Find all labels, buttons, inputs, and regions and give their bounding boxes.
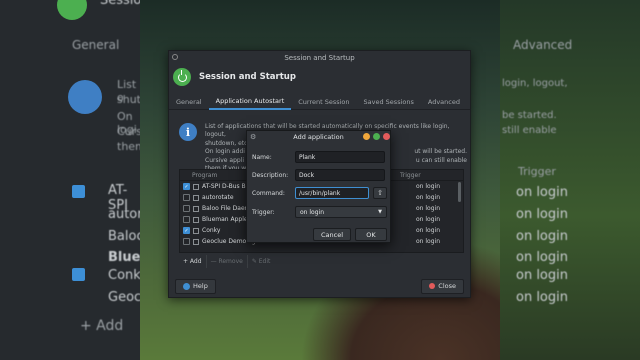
info-line: On login addi: [205, 148, 245, 156]
tab-current-session[interactable]: Current Session: [291, 93, 356, 110]
ghost-trigger: on login: [516, 229, 568, 244]
name-label: Name:: [252, 153, 272, 161]
power-icon: [57, 0, 87, 20]
ghost-tab: Advanced: [513, 38, 573, 52]
trigger-row: Trigger: on login ▼: [252, 206, 387, 218]
help-label: Help: [193, 282, 208, 290]
application-icon: [193, 216, 199, 223]
description-value: Dock: [299, 171, 315, 179]
column-trigger[interactable]: Trigger: [400, 172, 421, 179]
minimize-button[interactable]: [363, 133, 370, 140]
browse-button[interactable]: ⇧: [373, 187, 387, 199]
program-trigger: on login: [416, 227, 440, 234]
application-icon: [193, 183, 199, 190]
list-toolbar: + Add — Remove ✎ Edit: [179, 255, 274, 268]
name-row: Name: Plank: [252, 151, 385, 163]
background-window-left: Sessio General List o shutd On logi Curs…: [0, 0, 154, 360]
info-line: u can still enable: [415, 156, 467, 164]
window-header: Session and Startup: [169, 64, 470, 90]
header-title: Session and Startup: [199, 72, 296, 82]
enable-checkbox[interactable]: [183, 216, 190, 223]
description-field[interactable]: Dock: [295, 169, 385, 181]
command-label: Command:: [252, 189, 285, 197]
window-menu-icon[interactable]: [172, 54, 178, 60]
application-icon: [193, 227, 199, 234]
desktop: Sessio General List o shutd On logi Curs…: [0, 0, 640, 360]
ghost-add: + Add: [80, 318, 124, 334]
command-value: /usr/bin/plank: [299, 189, 341, 197]
trigger-label: Trigger:: [252, 208, 275, 216]
ghost-trigger: on login: [516, 290, 568, 305]
info-icon: [68, 80, 102, 114]
close-dialog-button[interactable]: [383, 133, 390, 140]
enable-checkbox[interactable]: [183, 205, 190, 212]
ghost-title: Sessio: [100, 0, 142, 8]
ghost-trigger: on login: [516, 207, 568, 222]
command-field[interactable]: /usr/bin/plank: [295, 187, 369, 199]
tab-general[interactable]: General: [169, 93, 209, 110]
ok-button[interactable]: OK: [355, 228, 387, 241]
window-title: Session and Startup: [284, 53, 355, 62]
close-icon: [429, 283, 436, 289]
maximize-button[interactable]: [373, 133, 380, 140]
ghost-trigger: on login: [516, 185, 568, 200]
add-application-dialog: ⚙ Add application Name: Plank Descriptio…: [246, 130, 391, 243]
remove-button[interactable]: — Remove: [207, 255, 248, 268]
close-label: Close: [438, 282, 456, 290]
application-icon: [193, 205, 199, 212]
ghost-checkbox: [72, 268, 85, 281]
enable-checkbox[interactable]: [183, 238, 190, 245]
ghost-trigger: on login: [516, 250, 568, 265]
ghost-line: login, logout,: [502, 78, 568, 89]
name-field[interactable]: Plank: [295, 151, 385, 163]
enable-checkbox[interactable]: [183, 194, 190, 201]
program-trigger: on login: [416, 194, 440, 201]
trigger-value: on login: [300, 208, 324, 216]
enable-checkbox[interactable]: ✓: [183, 227, 190, 234]
cancel-button[interactable]: Cancel: [313, 228, 351, 241]
help-icon: [183, 282, 190, 290]
ghost-checkbox: [72, 185, 85, 198]
ghost-trigger: on login: [516, 268, 568, 283]
list-scrollbar[interactable]: [458, 182, 461, 202]
window-footer: Help Close: [169, 275, 470, 297]
tab-bar: General Application Autostart Current Se…: [169, 93, 470, 110]
description-row: Description: Dock: [252, 169, 385, 181]
name-value: Plank: [299, 153, 316, 161]
trigger-select[interactable]: on login ▼: [295, 206, 387, 218]
application-icon: [193, 238, 199, 245]
power-icon: [173, 68, 191, 86]
add-button[interactable]: + Add: [179, 255, 207, 268]
info-line: ut will be started.: [414, 148, 467, 156]
program-trigger: on login: [416, 216, 440, 223]
edit-button[interactable]: ✎ Edit: [248, 255, 275, 268]
ghost-trigger-head: Trigger: [518, 165, 556, 178]
dialog-titlebar[interactable]: ⚙ Add application: [247, 131, 390, 142]
program-trigger: on login: [416, 183, 440, 190]
ghost-line: still enable: [502, 125, 557, 136]
ghost-line: be started.: [502, 110, 557, 121]
application-icon: [193, 194, 199, 201]
upload-icon: ⇧: [377, 189, 383, 197]
program-trigger: on login: [416, 205, 440, 212]
tab-saved-sessions[interactable]: Saved Sessions: [357, 93, 421, 110]
close-button[interactable]: Close: [421, 278, 464, 294]
help-button[interactable]: Help: [175, 278, 216, 294]
chevron-down-icon: ▼: [378, 209, 382, 215]
gear-icon[interactable]: ⚙: [250, 133, 256, 141]
ghost-tab: General: [72, 38, 120, 52]
tab-advanced[interactable]: Advanced: [421, 93, 467, 110]
tab-application-autostart[interactable]: Application Autostart: [208, 93, 292, 110]
command-row: Command: /usr/bin/plank ⇧: [252, 187, 387, 199]
window-titlebar[interactable]: Session and Startup: [169, 51, 470, 64]
dialog-title: Add application: [293, 132, 344, 141]
program-trigger: on login: [416, 238, 440, 245]
info-line: Cursive appli: [205, 156, 245, 164]
background-window-right: Advanced login, logout, be started. stil…: [500, 0, 640, 360]
info-icon: i: [179, 123, 197, 141]
enable-checkbox[interactable]: ✓: [183, 183, 190, 190]
ghost-row: Baloo: [108, 229, 145, 244]
description-label: Description:: [252, 171, 289, 179]
